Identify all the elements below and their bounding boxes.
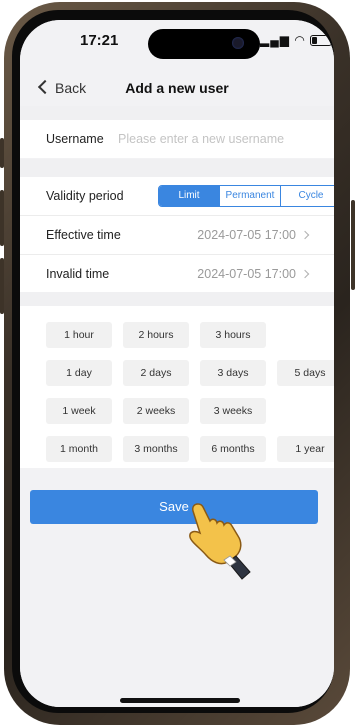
section-spacer [20, 159, 334, 177]
invalid-time-value: 2024-07-05 17:00 [197, 267, 310, 281]
save-button[interactable]: Save [30, 490, 318, 524]
chevron-right-icon [300, 269, 310, 279]
validity-card: Validity period Limit Permanent Cycle Ef… [20, 177, 334, 293]
segment-permanent[interactable]: Permanent [219, 186, 280, 206]
invalid-time-row[interactable]: Invalid time 2024-07-05 17:00 [20, 255, 334, 293]
invalid-time-text: 2024-07-05 17:00 [197, 267, 296, 281]
power-button [351, 200, 355, 290]
segment-cycle[interactable]: Cycle [280, 186, 334, 206]
volume-down-button [0, 258, 4, 314]
wifi-icon: ◠ [294, 33, 306, 47]
volume-up-button [0, 190, 4, 246]
effective-time-row[interactable]: Effective time 2024-07-05 17:00 [20, 216, 334, 255]
duration-1-day[interactable]: 1 day [46, 360, 112, 386]
chevron-right-icon [300, 230, 310, 240]
navigation-bar: Back Add a new user [20, 70, 334, 106]
status-icons: ▂▄▆ ◠ [260, 33, 333, 47]
username-input[interactable] [118, 132, 318, 146]
duration-2-days[interactable]: 2 days [123, 360, 189, 386]
duration-2-hours[interactable]: 2 hours [123, 322, 189, 348]
section-spacer [20, 292, 334, 306]
screen: 17:21 ▂▄▆ ◠ Back Add a new user Username… [20, 20, 334, 707]
pointing-hand-icon [189, 503, 251, 580]
duration-1-week[interactable]: 1 week [46, 398, 112, 424]
duration-1-year[interactable]: 1 year [277, 436, 334, 462]
duration-shortcuts: 1 hour 2 hours 3 hours 1 day 2 days 3 da… [20, 306, 334, 468]
segment-limit[interactable]: Limit [159, 186, 219, 206]
battery-icon [310, 35, 333, 47]
effective-time-value: 2024-07-05 17:00 [197, 228, 310, 242]
duration-3-days[interactable]: 3 days [200, 360, 266, 386]
duration-2-weeks[interactable]: 2 weeks [123, 398, 189, 424]
validity-row: Validity period Limit Permanent Cycle [20, 177, 334, 216]
camera-icon [232, 37, 244, 49]
status-bar: 17:21 ▂▄▆ ◠ [20, 20, 334, 70]
duration-1-hour[interactable]: 1 hour [46, 322, 112, 348]
duration-3-hours[interactable]: 3 hours [200, 322, 266, 348]
effective-time-label: Effective time [46, 228, 121, 242]
signal-icon: ▂▄▆ [260, 33, 290, 47]
status-time: 17:21 [80, 32, 119, 49]
duration-5-days[interactable]: 5 days [277, 360, 334, 386]
duration-1-month[interactable]: 1 month [46, 436, 112, 462]
effective-time-text: 2024-07-05 17:00 [197, 228, 296, 242]
duration-3-months[interactable]: 3 months [123, 436, 189, 462]
duration-3-weeks[interactable]: 3 weeks [200, 398, 266, 424]
username-row: Username [20, 120, 334, 158]
username-label: Username [46, 132, 104, 146]
invalid-time-label: Invalid time [46, 267, 110, 281]
home-indicator[interactable] [120, 698, 240, 703]
duration-6-months[interactable]: 6 months [200, 436, 266, 462]
validity-label: Validity period [46, 189, 124, 203]
validity-segmented-control: Limit Permanent Cycle [158, 185, 334, 207]
section-spacer [20, 106, 334, 120]
action-button [0, 138, 4, 168]
page-title: Add a new user [125, 80, 229, 96]
username-card: Username [20, 120, 334, 158]
